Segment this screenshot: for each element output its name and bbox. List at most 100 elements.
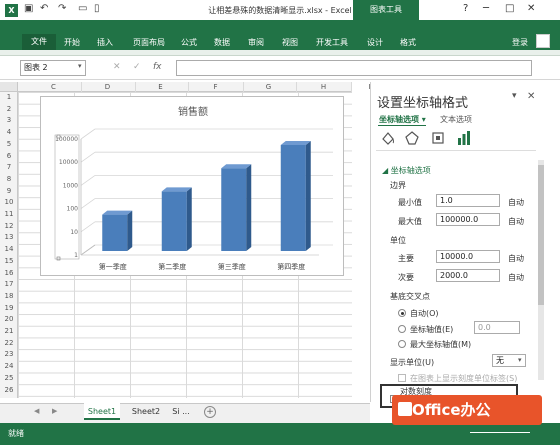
sheet-tab-more[interactable]: Si ... — [168, 403, 194, 420]
minimum-auto-button[interactable]: 自动 — [508, 197, 524, 208]
row-header[interactable]: 18 — [0, 292, 18, 300]
column-header[interactable]: G — [241, 82, 297, 92]
axis-options-icon[interactable] — [456, 130, 472, 146]
enter-formula-icon[interactable]: ✓ — [133, 62, 141, 72]
row-header[interactable]: 22 — [0, 339, 18, 347]
tab-text-options[interactable]: 文本选项 — [440, 114, 472, 125]
sign-in-link[interactable]: 登录 — [512, 36, 528, 50]
row-header[interactable]: 11 — [0, 210, 18, 218]
crosses-max-label[interactable]: 最大坐标轴值(M) — [410, 339, 471, 350]
tab-view[interactable]: 视图 — [282, 36, 298, 50]
save-icon[interactable]: ▣ — [24, 3, 33, 14]
crosses-value-radio[interactable] — [398, 325, 406, 333]
row-header[interactable]: 20 — [0, 315, 18, 323]
sales-chart[interactable]: 销售额 1 10 100 1000 10000 100000 第一季度 第二季度 第三季度 第四季… — [40, 96, 344, 276]
row-header[interactable]: 23 — [0, 350, 18, 358]
open-folder-icon[interactable]: ▭ — [78, 3, 87, 14]
column-header[interactable]: C — [26, 82, 82, 92]
crosses-value-label[interactable]: 坐标轴值(E) — [410, 324, 453, 335]
size-properties-icon[interactable] — [430, 130, 446, 146]
zoom-slider[interactable] — [470, 432, 530, 433]
minimize-button[interactable]: ─ — [483, 3, 489, 14]
select-all-button[interactable] — [0, 82, 18, 92]
pane-scrollbar-thumb[interactable] — [538, 165, 544, 305]
column-header[interactable]: E — [133, 82, 189, 92]
scroll-right-icon[interactable]: ▶ — [52, 407, 57, 415]
y-tick-label: 10000 — [59, 159, 78, 166]
column-header[interactable]: D — [80, 82, 136, 92]
section-axis-options[interactable]: ◢ 坐标轴选项 — [382, 165, 431, 176]
row-header[interactable]: 17 — [0, 280, 18, 288]
row-header[interactable]: 19 — [0, 304, 18, 312]
minor-unit-input[interactable]: 2000.0 — [436, 269, 500, 282]
tab-developer[interactable]: 开发工具 — [316, 36, 348, 50]
formula-input[interactable] — [176, 60, 532, 76]
tab-page-layout[interactable]: 页面布局 — [133, 36, 165, 50]
name-box-dropdown-icon[interactable]: ▾ — [78, 62, 82, 70]
tab-home[interactable]: 开始 — [64, 36, 80, 50]
help-button[interactable]: ? — [463, 3, 468, 14]
show-units-label[interactable]: 在图表上显示刻度单位标签(S) — [410, 373, 517, 384]
crosses-max-radio[interactable] — [398, 340, 406, 348]
pane-options-icon[interactable]: ▾ — [512, 91, 517, 101]
pane-close-icon[interactable]: ✕ — [527, 91, 535, 102]
row-header[interactable]: 5 — [0, 140, 18, 148]
chevron-down-icon[interactable]: ▾ — [518, 356, 522, 364]
row-header[interactable]: 1 — [0, 93, 18, 101]
sheet-tab-sheet2[interactable]: Sheet2 — [126, 403, 166, 420]
tab-formulas[interactable]: 公式 — [181, 36, 197, 50]
minimum-input[interactable]: 1.0 — [436, 194, 500, 207]
tab-review[interactable]: 审阅 — [248, 36, 264, 50]
crosses-auto-label[interactable]: 自动(O) — [410, 308, 439, 319]
crosses-auto-radio[interactable] — [398, 309, 406, 317]
crosses-value-input[interactable]: 0.0 — [474, 321, 520, 334]
tab-file[interactable]: 文件 — [22, 34, 56, 50]
row-header[interactable]: 12 — [0, 222, 18, 230]
row-header[interactable]: 4 — [0, 128, 18, 136]
sheet-tab-sheet1[interactable]: Sheet1 — [84, 403, 120, 420]
tab-format[interactable]: 格式 — [400, 36, 416, 50]
maximum-input[interactable]: 100000.0 — [436, 213, 500, 226]
row-header[interactable]: 2 — [0, 105, 18, 113]
row-header[interactable]: 6 — [0, 152, 18, 160]
row-header[interactable]: 26 — [0, 386, 18, 394]
row-header[interactable]: 7 — [0, 163, 18, 171]
row-header[interactable]: 3 — [0, 116, 18, 124]
close-button[interactable]: ✕ — [527, 3, 535, 14]
ribbon-tabs-bar — [0, 20, 560, 50]
restore-button[interactable]: □ — [505, 3, 514, 14]
undo-icon[interactable]: ↶ — [40, 3, 48, 14]
minimum-label: 最小值 — [398, 198, 422, 207]
row-header[interactable]: 15 — [0, 257, 18, 265]
row-header[interactable]: 14 — [0, 245, 18, 253]
insert-function-icon[interactable]: fx — [153, 62, 162, 72]
row-header[interactable]: 13 — [0, 233, 18, 241]
row-header[interactable]: 21 — [0, 327, 18, 335]
new-file-icon[interactable]: ▯ — [94, 3, 100, 14]
show-units-checkbox[interactable] — [398, 374, 406, 382]
maximum-auto-button[interactable]: 自动 — [508, 216, 524, 227]
tab-insert[interactable]: 插入 — [97, 36, 113, 50]
row-header[interactable]: 25 — [0, 374, 18, 382]
tab-design[interactable]: 设计 — [367, 36, 383, 50]
row-header[interactable]: 10 — [0, 198, 18, 206]
fill-line-icon[interactable] — [380, 130, 396, 146]
effects-icon[interactable] — [404, 130, 420, 146]
avatar[interactable] — [536, 34, 550, 48]
column-header[interactable]: F — [188, 82, 244, 92]
redo-icon[interactable]: ↷ — [58, 3, 66, 14]
row-header[interactable]: 16 — [0, 269, 18, 277]
cancel-formula-icon[interactable]: ✕ — [113, 62, 121, 72]
row-header[interactable]: 24 — [0, 362, 18, 370]
row-header[interactable]: 9 — [0, 187, 18, 195]
scroll-left-icon[interactable]: ◀ — [34, 407, 39, 415]
add-sheet-button[interactable]: + — [204, 406, 216, 418]
major-unit-input[interactable]: 10000.0 — [436, 250, 500, 263]
tab-data[interactable]: 数据 — [214, 36, 230, 50]
tab-axis-options[interactable]: 坐标轴选项 ▾ — [379, 114, 426, 125]
name-box[interactable]: 图表 2 — [20, 60, 86, 76]
row-header[interactable]: 8 — [0, 175, 18, 183]
y-tick-label: 1000 — [63, 182, 78, 189]
major-unit-auto-button[interactable]: 自动 — [508, 253, 524, 264]
minor-unit-auto-button[interactable]: 自动 — [508, 272, 524, 283]
